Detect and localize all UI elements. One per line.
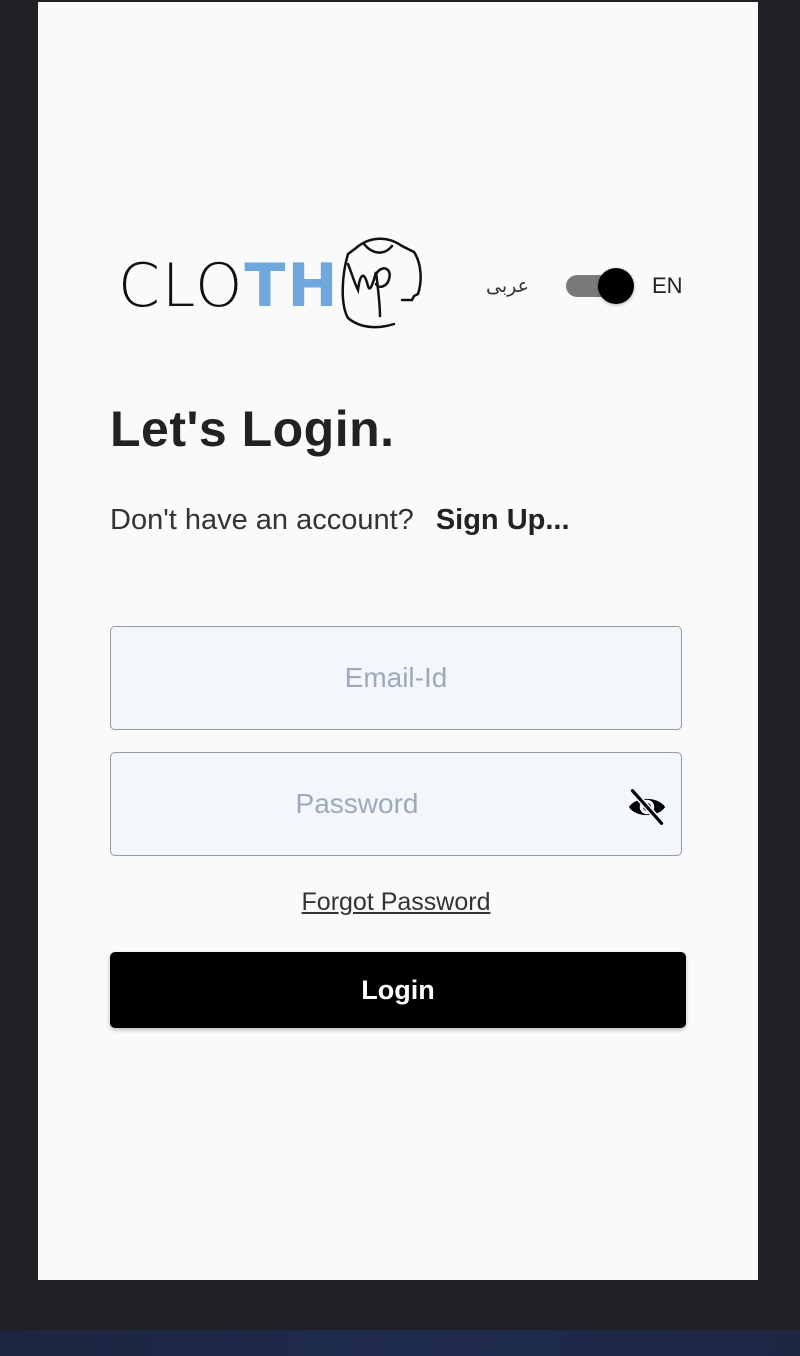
page-title: Let's Login. [110,401,395,457]
eye-off-icon[interactable] [625,787,669,827]
shirt-logo-icon [341,237,422,329]
language-switcher: عربى EN [486,264,683,308]
logo-text-plain: CLO [118,251,245,321]
signup-prompt-text: Don't have an account? [110,504,414,536]
email-field-container [110,626,682,730]
signup-link[interactable]: Sign Up... [436,504,570,536]
logo-wordmark: CLOTH [118,246,340,326]
forgot-password-link[interactable]: Forgot Password [110,888,682,917]
login-button[interactable]: Login [110,952,686,1028]
password-input[interactable] [111,753,681,855]
language-label-english[interactable]: EN [652,273,683,299]
brand-logo: CLOTH [118,234,428,334]
email-input[interactable] [111,627,681,729]
toggle-knob [598,268,634,304]
language-toggle-switch[interactable] [562,266,634,306]
signup-prompt-row: Don't have an account? Sign Up... [110,504,570,537]
taskbar-strip [0,1330,800,1356]
app-screen: CLOTH عربى EN Let's Login. Don't have an… [38,2,758,1280]
language-label-arabic[interactable]: عربى [486,275,546,297]
password-field-container [110,752,682,856]
